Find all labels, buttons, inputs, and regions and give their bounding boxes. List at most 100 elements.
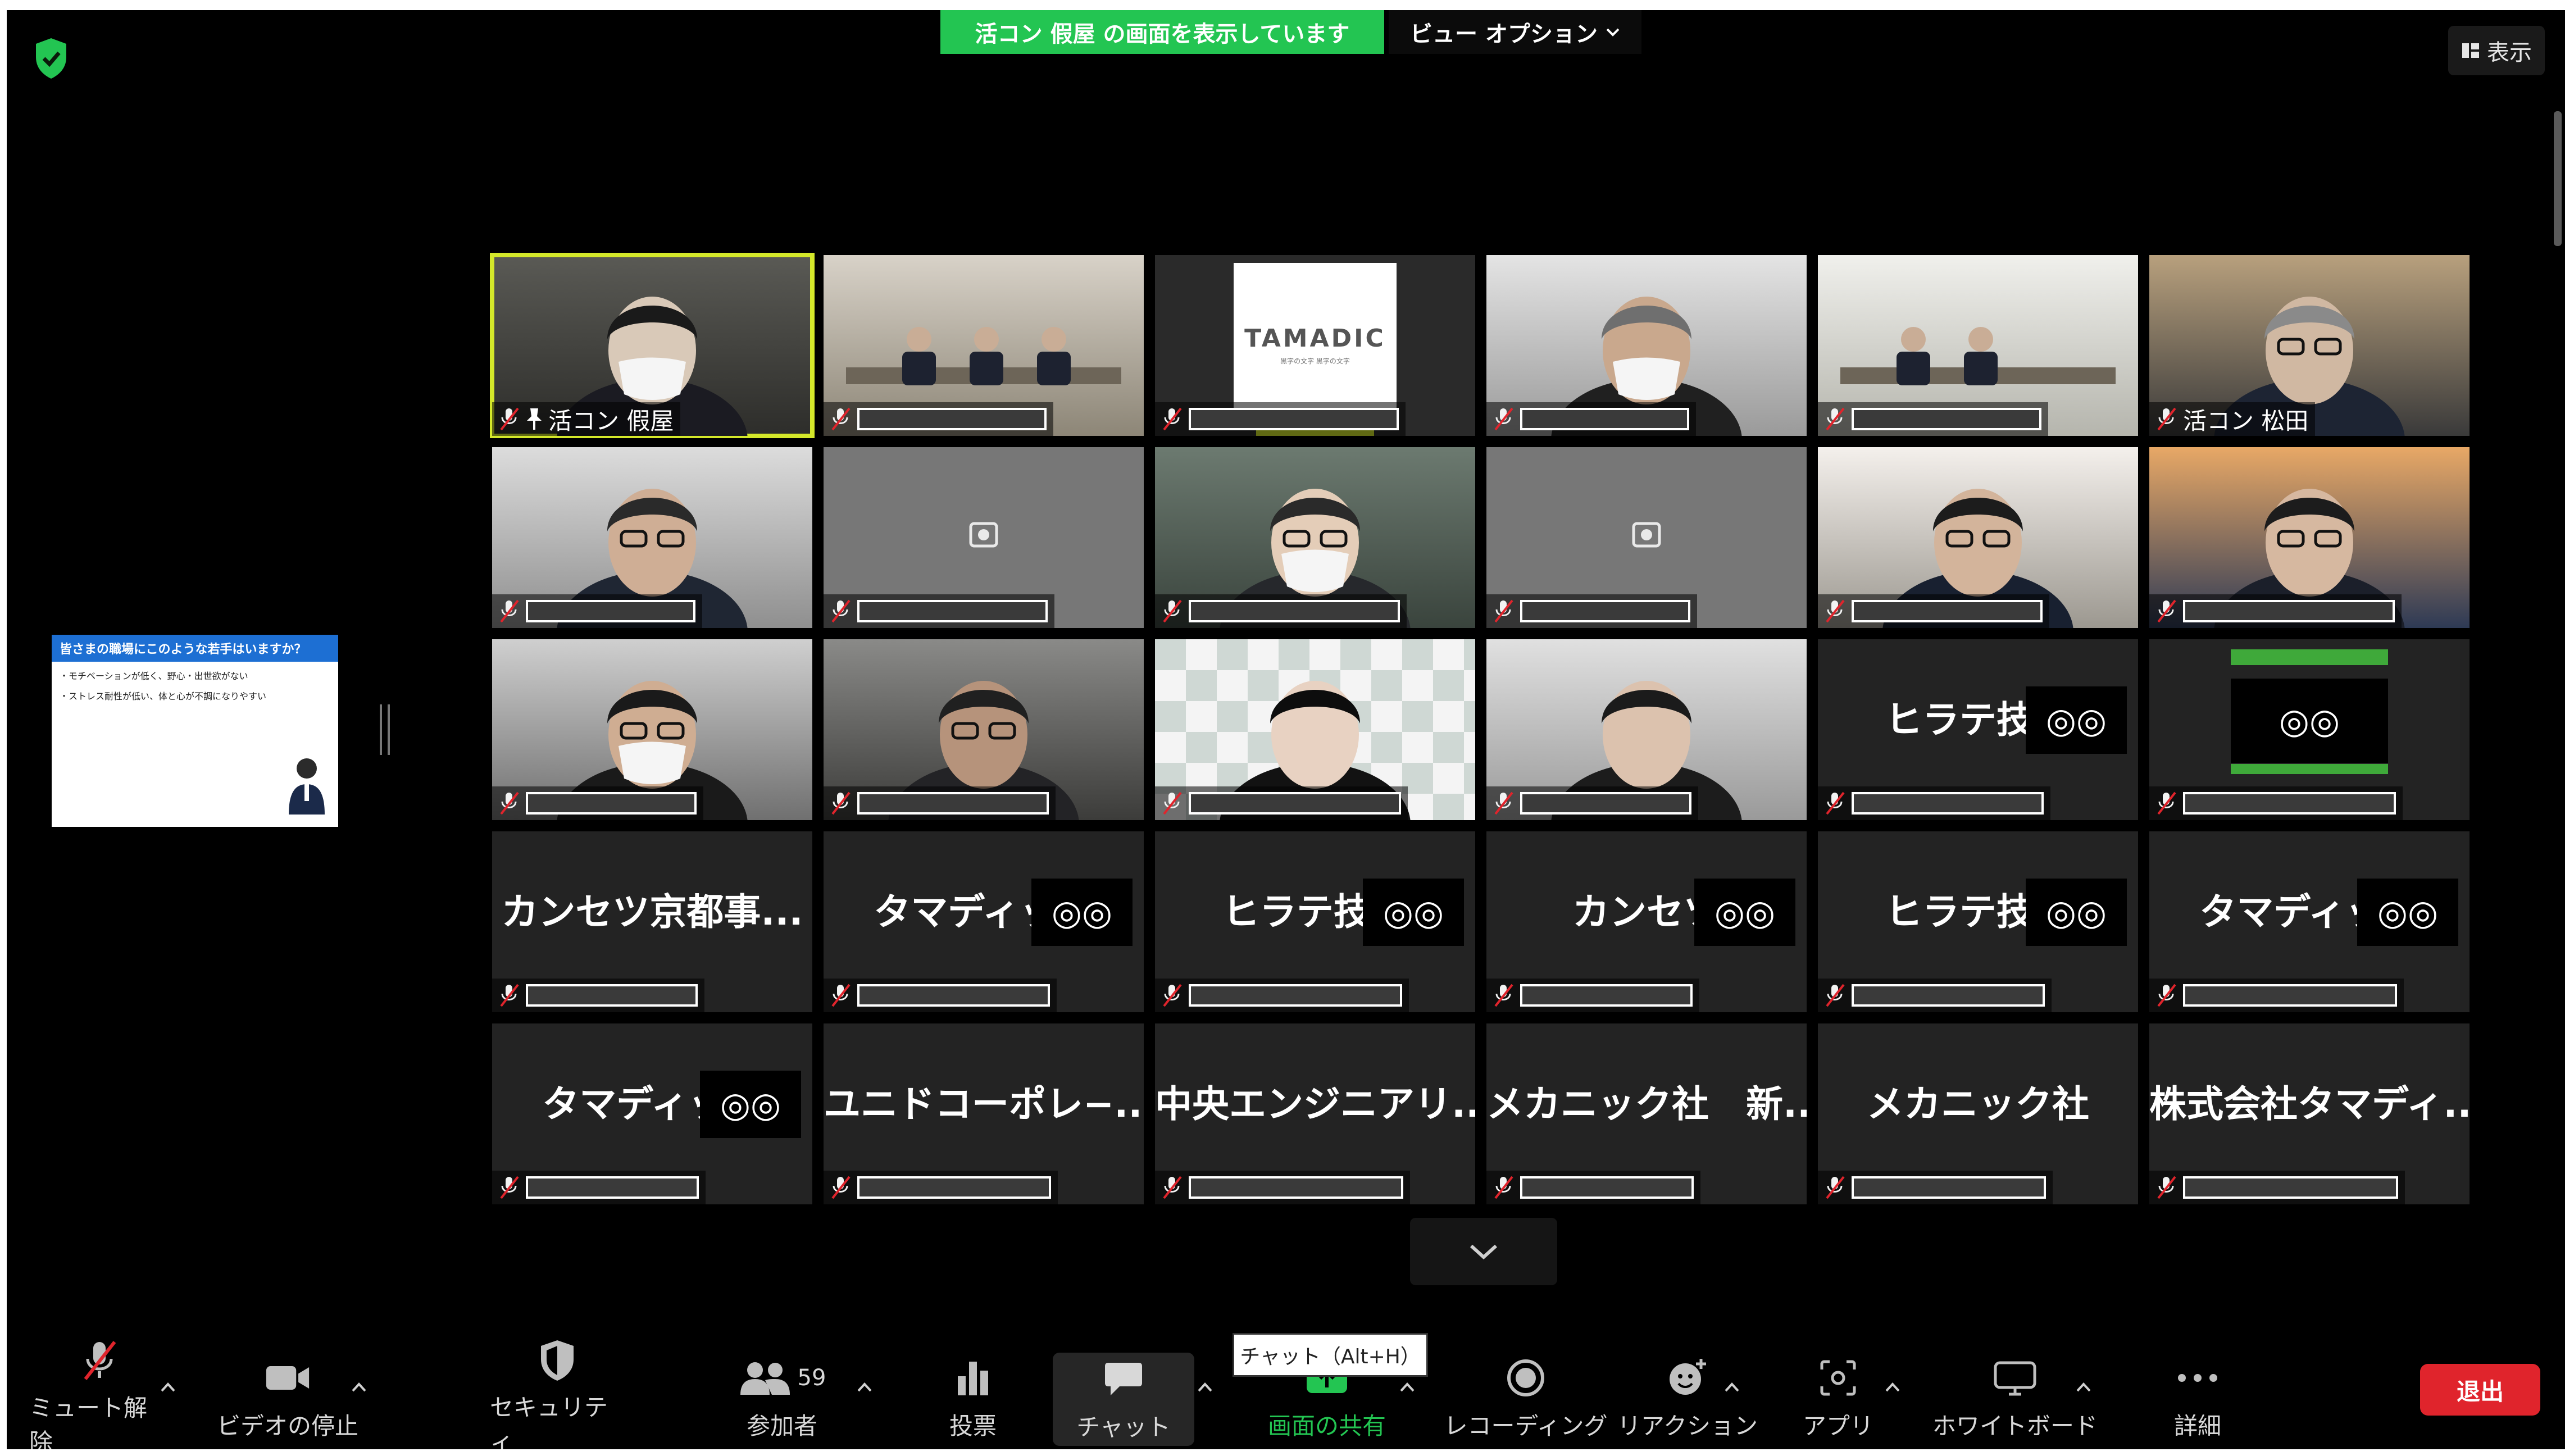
participant-tile[interactable] (1155, 639, 1475, 820)
microphone-muted-icon (1494, 984, 1513, 1007)
view-options-button[interactable]: ビュー オプション (1389, 10, 1641, 54)
participant-name: 活コン 松田 (2183, 407, 2309, 435)
participant-tile[interactable]: 中央エンジニアリ... (1155, 1023, 1475, 1204)
participant-nameplate (1155, 786, 1408, 820)
participant-tile[interactable]: ◎◎ (2149, 639, 2470, 820)
participant-tile[interactable] (1486, 255, 1807, 436)
scrollbar[interactable] (2554, 111, 2562, 246)
participant-nameplate (824, 402, 1053, 436)
participant-tile[interactable]: 株式会社タマディ... (2149, 1023, 2470, 1204)
recording-button[interactable]: レコーディング (1441, 1347, 1610, 1449)
participant-tile[interactable] (492, 447, 812, 628)
chevron-down-icon (1470, 1244, 1498, 1260)
participant-tile[interactable] (2149, 447, 2470, 628)
more-label: 詳細 (2173, 1412, 2221, 1440)
redacted-name (1852, 792, 2044, 815)
stop-video-button[interactable]: ビデオの停止 (209, 1347, 366, 1449)
participant-nameplate (1818, 979, 2052, 1012)
encryption-shield-icon[interactable] (34, 37, 69, 80)
participant-tile[interactable]: タマディック ◎◎ (824, 831, 1144, 1012)
participant-tile[interactable] (1486, 639, 1807, 820)
redacted-name (2183, 984, 2397, 1007)
share-banner-text: 活コン 假屋 の画面を表示しています (975, 21, 1350, 47)
redaction-box: ◎◎ (1694, 879, 1795, 946)
participant-nameplate (1486, 1171, 1700, 1204)
participant-tile[interactable]: 活コン 假屋 (490, 253, 815, 438)
poll-chart-icon (958, 1361, 988, 1395)
participant-nameplate (1155, 594, 1407, 628)
participant-tile[interactable] (1818, 447, 2138, 628)
participant-tile[interactable]: ヒラテ技研 ◎◎ (1155, 831, 1475, 1012)
participant-tile[interactable]: メカニック社 新... (1486, 1023, 1807, 1204)
shared-screen-thumbnail[interactable]: 皆さまの職場にこのような若手はいますか？ ・モチベーションが低く、野心・出世欲が… (18, 630, 372, 830)
redacted-name (1189, 600, 1400, 622)
participants-caret-icon[interactable] (855, 1378, 874, 1395)
gallery-next-page-button[interactable] (1410, 1218, 1557, 1285)
redacted-name (1852, 600, 2043, 622)
view-options-label: ビュー オプション (1410, 21, 1598, 47)
share-screen-label: 画面の共有 (1267, 1412, 1386, 1440)
audio-options-caret-icon[interactable] (158, 1378, 178, 1395)
participant-tile[interactable]: ヒラテ技研 ◎◎ (1818, 831, 2138, 1012)
participant-tile[interactable] (1155, 447, 1475, 628)
view-button[interactable]: 表示 (2448, 26, 2545, 75)
unmute-button[interactable]: ミュート解除 (29, 1341, 170, 1449)
participant-tile[interactable]: カンセツ ◎◎ (1486, 831, 1807, 1012)
participant-tile[interactable]: ユニドコーポレ−... (824, 1023, 1144, 1204)
participant-tile[interactable] (824, 255, 1144, 436)
participant-tile[interactable] (1818, 255, 2138, 436)
share-caret-icon[interactable] (1398, 1378, 1417, 1395)
participant-nameplate (1155, 979, 1409, 1012)
thumbnail-resize-handle[interactable] (380, 704, 390, 755)
participant-tile[interactable]: ヒラテ技研 ◎◎ (1818, 639, 2138, 820)
redacted-name (1520, 984, 1693, 1007)
participants-button[interactable]: 59 参加者 (715, 1347, 849, 1449)
participant-tile[interactable]: カンセツ京都事... (492, 831, 812, 1012)
video-options-caret-icon[interactable] (349, 1378, 369, 1395)
apps-caret-icon[interactable] (1883, 1378, 1902, 1395)
poll-button[interactable]: 投票 (917, 1347, 1029, 1449)
microphone-muted-icon (1163, 599, 1182, 623)
microphone-muted-icon (831, 984, 851, 1007)
participants-icon (740, 1362, 790, 1395)
participant-tile[interactable]: タマディック ◎◎ (2149, 831, 2470, 1012)
redacted-name (1852, 1176, 2046, 1199)
participant-tile[interactable] (824, 639, 1144, 820)
redaction-mark: ◎◎ (1714, 891, 1776, 933)
redacted-name (2183, 600, 2395, 622)
leave-meeting-button[interactable]: 退出 (2420, 1364, 2540, 1416)
leave-label: 退出 (2456, 1377, 2504, 1405)
microphone-muted-icon (1826, 1176, 1845, 1199)
recording-label: レコーディング (1444, 1412, 1608, 1440)
participant-tile[interactable]: タマディック ◎◎ (492, 1023, 812, 1204)
participant-nameplate (492, 1171, 706, 1204)
participant-nameplate (2149, 594, 2402, 628)
whiteboard-button[interactable]: ホワイトボード (1928, 1347, 2102, 1449)
whiteboard-caret-icon[interactable] (2074, 1378, 2093, 1395)
participant-tile[interactable] (492, 639, 812, 820)
participant-tile[interactable] (1486, 447, 1807, 628)
more-button[interactable]: 詳細 (2141, 1347, 2254, 1449)
participant-nameplate (492, 979, 704, 1012)
redaction-mark: ◎◎ (720, 1084, 781, 1125)
microphone-muted-icon (1163, 1176, 1182, 1199)
chat-button[interactable]: チャット (1053, 1353, 1194, 1446)
slide-line: ・モチベーションが低く、野心・出世欲がない (60, 671, 248, 681)
redaction-box: ◎◎ (2026, 686, 2127, 754)
security-label: セキュリティ (490, 1394, 608, 1449)
redacted-name (1852, 408, 2041, 430)
participant-nameplate (2149, 786, 2403, 820)
participant-tile[interactable]: 活コン 松田 (2149, 255, 2470, 436)
participant-tile[interactable]: TAMADIC 黒字の文字 黒字の文字 (1155, 255, 1475, 436)
whiteboard-label: ホワイトボード (1932, 1412, 2098, 1440)
chat-caret-icon[interactable] (1195, 1378, 1215, 1395)
participant-nameplate (1486, 402, 1696, 436)
reactions-caret-icon[interactable] (1722, 1378, 1741, 1395)
participant-tile[interactable]: メカニック社 (1818, 1023, 2138, 1204)
security-button[interactable]: セキュリティ (490, 1340, 625, 1449)
apps-button[interactable]: アプリ (1782, 1347, 1894, 1449)
pin-icon (527, 408, 542, 430)
redaction-mark: ◎◎ (1051, 891, 1113, 933)
participant-tile[interactable] (824, 447, 1144, 628)
reactions-button[interactable]: リアクション (1615, 1347, 1761, 1449)
